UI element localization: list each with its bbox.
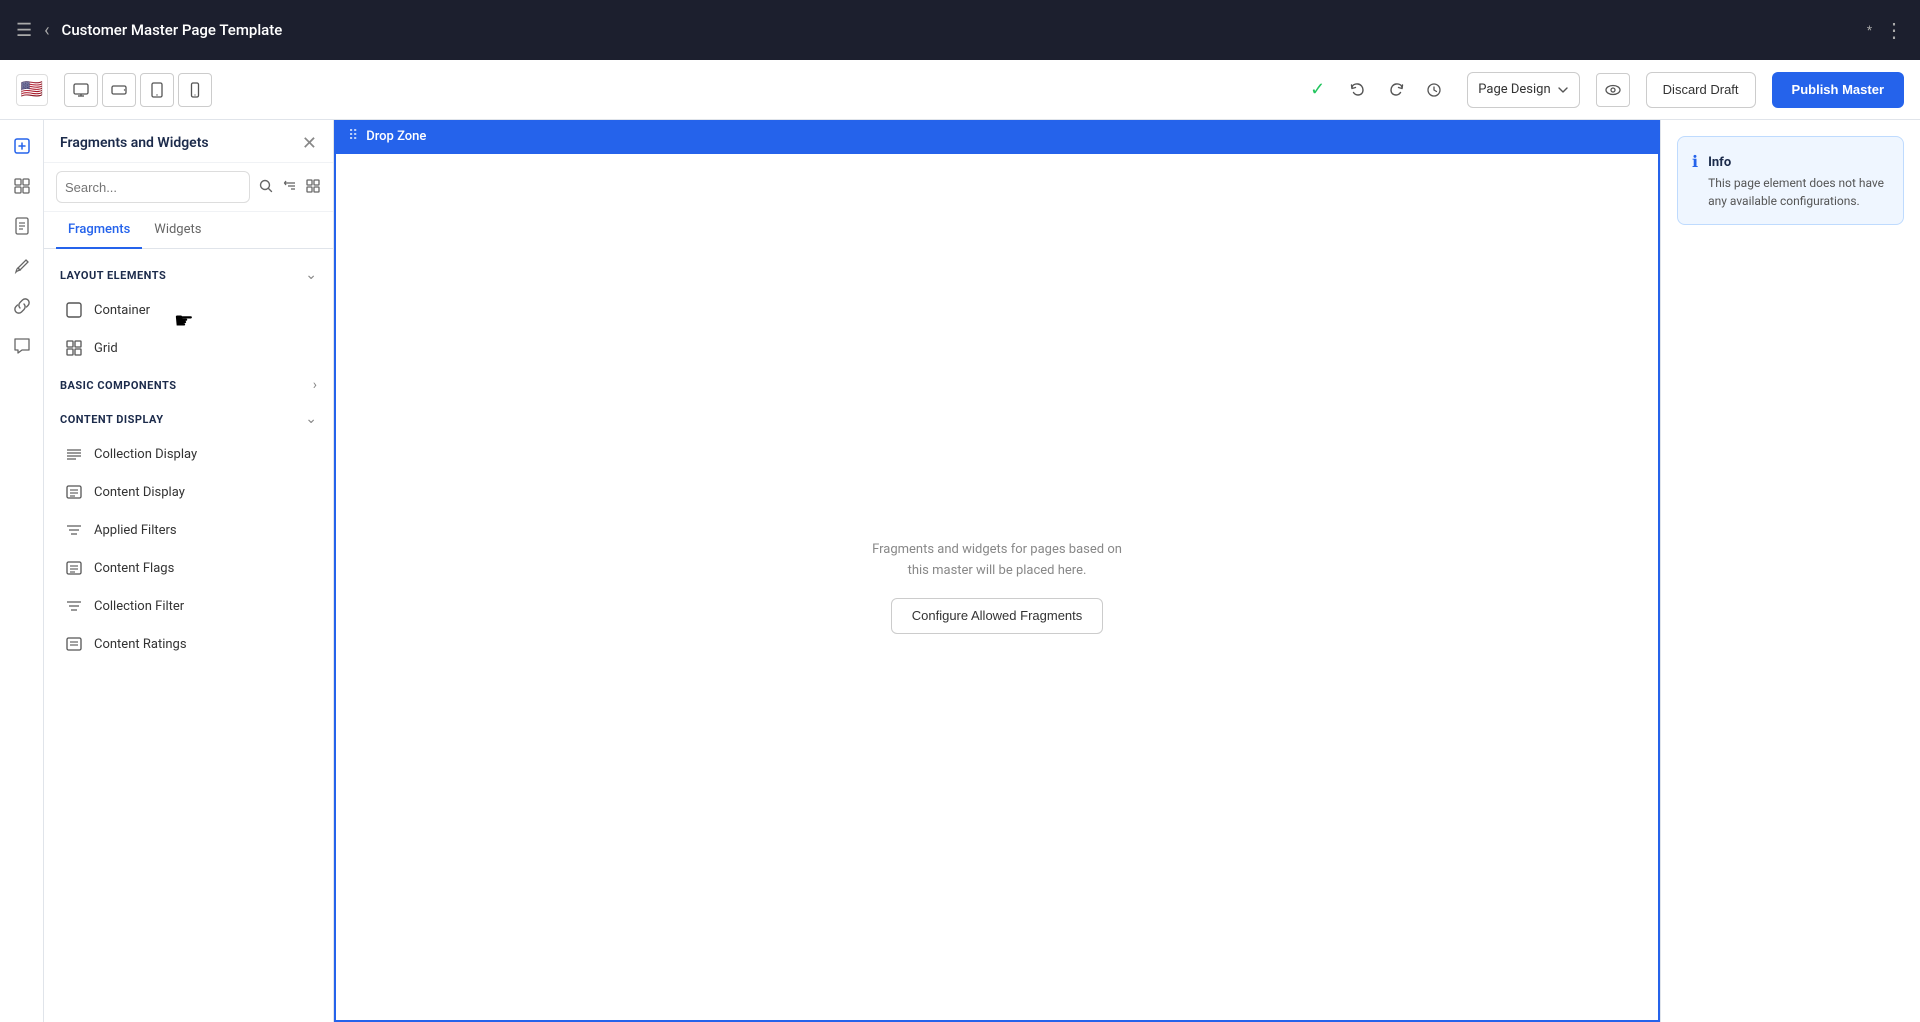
- applied-filters-item[interactable]: Applied Filters: [44, 511, 333, 549]
- grid-label: Grid: [94, 341, 118, 356]
- page-design-label: Page Design: [1478, 82, 1550, 97]
- info-panel: ℹ Info This page element does not have a…: [1660, 120, 1920, 1022]
- mobile-view-button[interactable]: [178, 73, 212, 107]
- content-display-title: CONTENT DISPLAY: [60, 413, 164, 426]
- panel-header: Fragments and Widgets ✕: [44, 120, 333, 163]
- content-ratings-icon: [64, 634, 84, 654]
- sidebar-toggle-icon[interactable]: ☰: [16, 20, 32, 41]
- publish-master-button[interactable]: Publish Master: [1772, 72, 1904, 108]
- view-mode-group: [64, 73, 212, 107]
- language-flag[interactable]: 🇺🇸: [16, 74, 48, 106]
- panel-title: Fragments and Widgets: [60, 135, 209, 151]
- fragments-panel: Fragments and Widgets ✕: [44, 120, 334, 1022]
- page-design-select[interactable]: Page Design: [1467, 72, 1579, 108]
- tabs-row: Fragments Widgets: [44, 212, 333, 249]
- content-flags-item[interactable]: Content Flags: [44, 549, 333, 587]
- basic-components-title: BASIC COMPONENTS: [60, 379, 176, 392]
- content-display-header[interactable]: CONTENT DISPLAY ⌄: [44, 401, 333, 435]
- canvas-frame: Fragments and widgets for pages based on…: [334, 152, 1660, 1022]
- auto-save-icon: ✓: [1310, 79, 1325, 100]
- history-group: [1341, 73, 1451, 107]
- collection-display-label: Collection Display: [94, 447, 197, 462]
- drop-zone-label: Drop Zone: [366, 129, 426, 144]
- content-display-toggle: ⌄: [305, 411, 317, 427]
- tablet-landscape-view-button[interactable]: [102, 73, 136, 107]
- tab-fragments[interactable]: Fragments: [56, 212, 142, 249]
- container-item[interactable]: Container ☛: [44, 291, 333, 329]
- drop-zone-bar: ⠿ Drop Zone: [334, 120, 1660, 152]
- content-ratings-label: Content Ratings: [94, 637, 187, 652]
- basic-components-header[interactable]: BASIC COMPONENTS ›: [44, 367, 333, 401]
- info-icon: ℹ: [1692, 152, 1698, 210]
- tablet-view-button[interactable]: [140, 73, 174, 107]
- page-icon[interactable]: [4, 208, 40, 244]
- comment-icon[interactable]: [4, 328, 40, 364]
- redo-button[interactable]: [1379, 73, 1413, 107]
- container-label: Container: [94, 303, 150, 318]
- info-content: Info This page element does not have any…: [1708, 151, 1889, 210]
- close-panel-button[interactable]: ✕: [302, 134, 317, 152]
- content-flags-icon: [64, 558, 84, 578]
- top-bar: ☰ ‹ Customer Master Page Template * ⋮: [0, 0, 1920, 60]
- content-display-label: Content Display: [94, 485, 185, 500]
- toolbar: 🇺🇸 ✓: [0, 60, 1920, 120]
- content-display-icon: [64, 482, 84, 502]
- add-panel-icon[interactable]: [4, 128, 40, 164]
- unsaved-indicator: *: [1867, 23, 1872, 37]
- collection-filter-label: Collection Filter: [94, 599, 184, 614]
- search-row: [44, 163, 333, 212]
- history-button[interactable]: [1417, 73, 1451, 107]
- sort-button[interactable]: [282, 173, 298, 201]
- layers-icon[interactable]: [4, 168, 40, 204]
- collection-filter-item[interactable]: Collection Filter: [44, 587, 333, 625]
- grid-view-button[interactable]: [305, 173, 321, 201]
- page-title: Customer Master Page Template: [62, 21, 1855, 39]
- layout-elements-title: LAYOUT ELEMENTS: [60, 269, 166, 282]
- collection-display-icon: [64, 444, 84, 464]
- panel-content: LAYOUT ELEMENTS ⌄ Container ☛: [44, 249, 333, 1022]
- more-options-icon[interactable]: ⋮: [1884, 18, 1904, 42]
- info-title: Info: [1708, 155, 1731, 170]
- container-icon: [64, 300, 84, 320]
- collection-display-item[interactable]: Collection Display: [44, 435, 333, 473]
- grid-item[interactable]: Grid: [44, 329, 333, 367]
- flag-emoji: 🇺🇸: [21, 79, 43, 100]
- tab-widgets[interactable]: Widgets: [142, 212, 213, 249]
- applied-filters-icon: [64, 520, 84, 540]
- back-icon[interactable]: ‹: [44, 20, 49, 41]
- applied-filters-label: Applied Filters: [94, 523, 177, 538]
- layout-elements-header[interactable]: LAYOUT ELEMENTS ⌄: [44, 257, 333, 291]
- drop-zone-grip-icon: ⠿: [348, 128, 358, 144]
- configure-allowed-fragments-button[interactable]: Configure Allowed Fragments: [891, 598, 1104, 634]
- brush-icon[interactable]: [4, 248, 40, 284]
- content-display-item[interactable]: Content Display: [44, 473, 333, 511]
- collection-filter-icon: [64, 596, 84, 616]
- search-input[interactable]: [56, 171, 250, 203]
- desktop-view-button[interactable]: [64, 73, 98, 107]
- main-layout: Fragments and Widgets ✕: [0, 120, 1920, 1022]
- grid-icon: [64, 338, 84, 358]
- info-message: This page element does not have any avai…: [1708, 174, 1889, 210]
- undo-button[interactable]: [1341, 73, 1375, 107]
- info-card: ℹ Info This page element does not have a…: [1677, 136, 1904, 225]
- canvas-area: ⠿ Drop Zone Fragments and widgets for pa…: [334, 120, 1660, 1022]
- icon-bar: [0, 120, 44, 1022]
- preview-button[interactable]: [1596, 73, 1630, 107]
- content-flags-label: Content Flags: [94, 561, 174, 576]
- link-icon[interactable]: [4, 288, 40, 324]
- discard-draft-button[interactable]: Discard Draft: [1646, 72, 1756, 108]
- layout-elements-toggle: ⌄: [305, 267, 317, 283]
- search-button[interactable]: [258, 173, 274, 201]
- basic-components-toggle: ›: [313, 377, 317, 393]
- canvas-message: Fragments and widgets for pages based on…: [872, 540, 1122, 582]
- content-ratings-item[interactable]: Content Ratings: [44, 625, 333, 663]
